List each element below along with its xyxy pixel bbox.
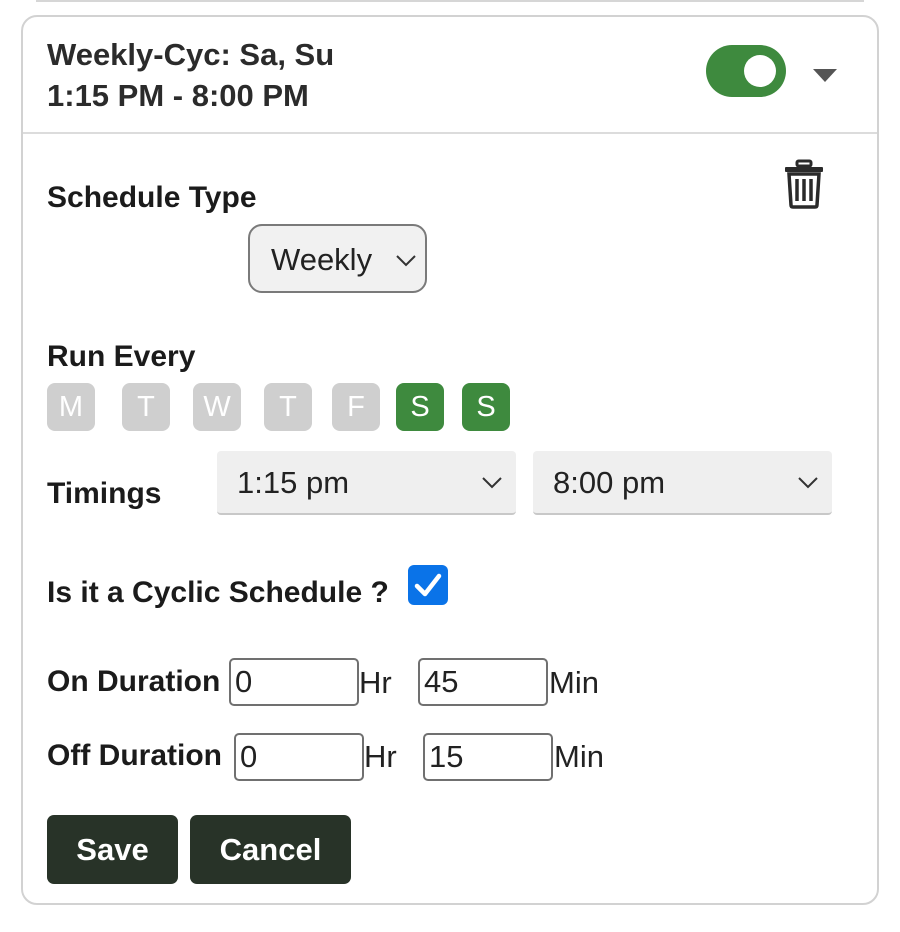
day-wednesday-button[interactable]: W bbox=[193, 383, 241, 431]
day-letter: S bbox=[476, 391, 496, 423]
end-time-select[interactable]: 8:00 pm bbox=[533, 451, 832, 515]
day-tuesday-button[interactable]: T bbox=[122, 383, 170, 431]
day-letter: T bbox=[137, 391, 155, 423]
off-duration-minutes-input[interactable] bbox=[423, 733, 553, 781]
schedule-type-value: Weekly bbox=[271, 242, 373, 277]
on-duration-hours-unit: Hr bbox=[359, 665, 392, 700]
top-divider bbox=[36, 0, 864, 2]
day-letter: F bbox=[347, 391, 365, 423]
cancel-button[interactable]: Cancel bbox=[190, 815, 351, 884]
day-friday-button[interactable]: F bbox=[332, 383, 380, 431]
schedule-header[interactable]: Weekly-Cyc: Sa, Su 1:15 PM - 8:00 PM bbox=[23, 17, 877, 134]
cyclic-schedule-checkbox[interactable] bbox=[408, 565, 448, 605]
day-letter: T bbox=[279, 391, 297, 423]
schedule-time-range: 1:15 PM - 8:00 PM bbox=[47, 78, 309, 113]
day-monday-button[interactable]: M bbox=[47, 383, 95, 431]
timings-label: Timings bbox=[47, 477, 162, 510]
checkmark-icon bbox=[414, 573, 442, 597]
day-sunday-button[interactable]: S bbox=[462, 383, 510, 431]
schedule-type-label: Schedule Type bbox=[47, 181, 257, 214]
cyclic-schedule-label: Is it a Cyclic Schedule ? bbox=[47, 576, 389, 609]
schedule-card: Weekly-Cyc: Sa, Su 1:15 PM - 8:00 PM Sch… bbox=[21, 15, 879, 905]
day-letter: M bbox=[58, 391, 84, 423]
chevron-down-icon bbox=[482, 477, 502, 489]
schedule-enable-toggle[interactable] bbox=[706, 45, 786, 97]
start-time-value: 1:15 pm bbox=[237, 465, 350, 500]
end-time-value: 8:00 pm bbox=[553, 465, 666, 500]
trash-icon[interactable] bbox=[783, 159, 825, 209]
off-duration-hours-input[interactable] bbox=[234, 733, 364, 781]
day-letter: W bbox=[203, 391, 231, 423]
toggle-knob bbox=[744, 55, 776, 87]
save-button[interactable]: Save bbox=[47, 815, 178, 884]
off-duration-hours-unit: Hr bbox=[364, 739, 397, 774]
schedule-type-select[interactable]: Weekly bbox=[248, 224, 427, 293]
start-time-select[interactable]: 1:15 pm bbox=[217, 451, 516, 515]
on-duration-label: On Duration bbox=[47, 665, 221, 698]
off-duration-minutes-unit: Min bbox=[554, 739, 604, 774]
run-every-label: Run Every bbox=[47, 340, 196, 373]
caret-down-icon[interactable] bbox=[813, 69, 837, 82]
on-duration-minutes-input[interactable] bbox=[418, 658, 548, 706]
day-thursday-button[interactable]: T bbox=[264, 383, 312, 431]
chevron-down-icon bbox=[798, 477, 818, 489]
off-duration-label: Off Duration bbox=[47, 739, 222, 772]
schedule-title: Weekly-Cyc: Sa, Su bbox=[47, 37, 335, 72]
day-saturday-button[interactable]: S bbox=[396, 383, 444, 431]
chevron-down-icon bbox=[396, 255, 416, 267]
on-duration-minutes-unit: Min bbox=[549, 665, 599, 700]
day-letter: S bbox=[410, 391, 430, 423]
on-duration-hours-input[interactable] bbox=[229, 658, 359, 706]
